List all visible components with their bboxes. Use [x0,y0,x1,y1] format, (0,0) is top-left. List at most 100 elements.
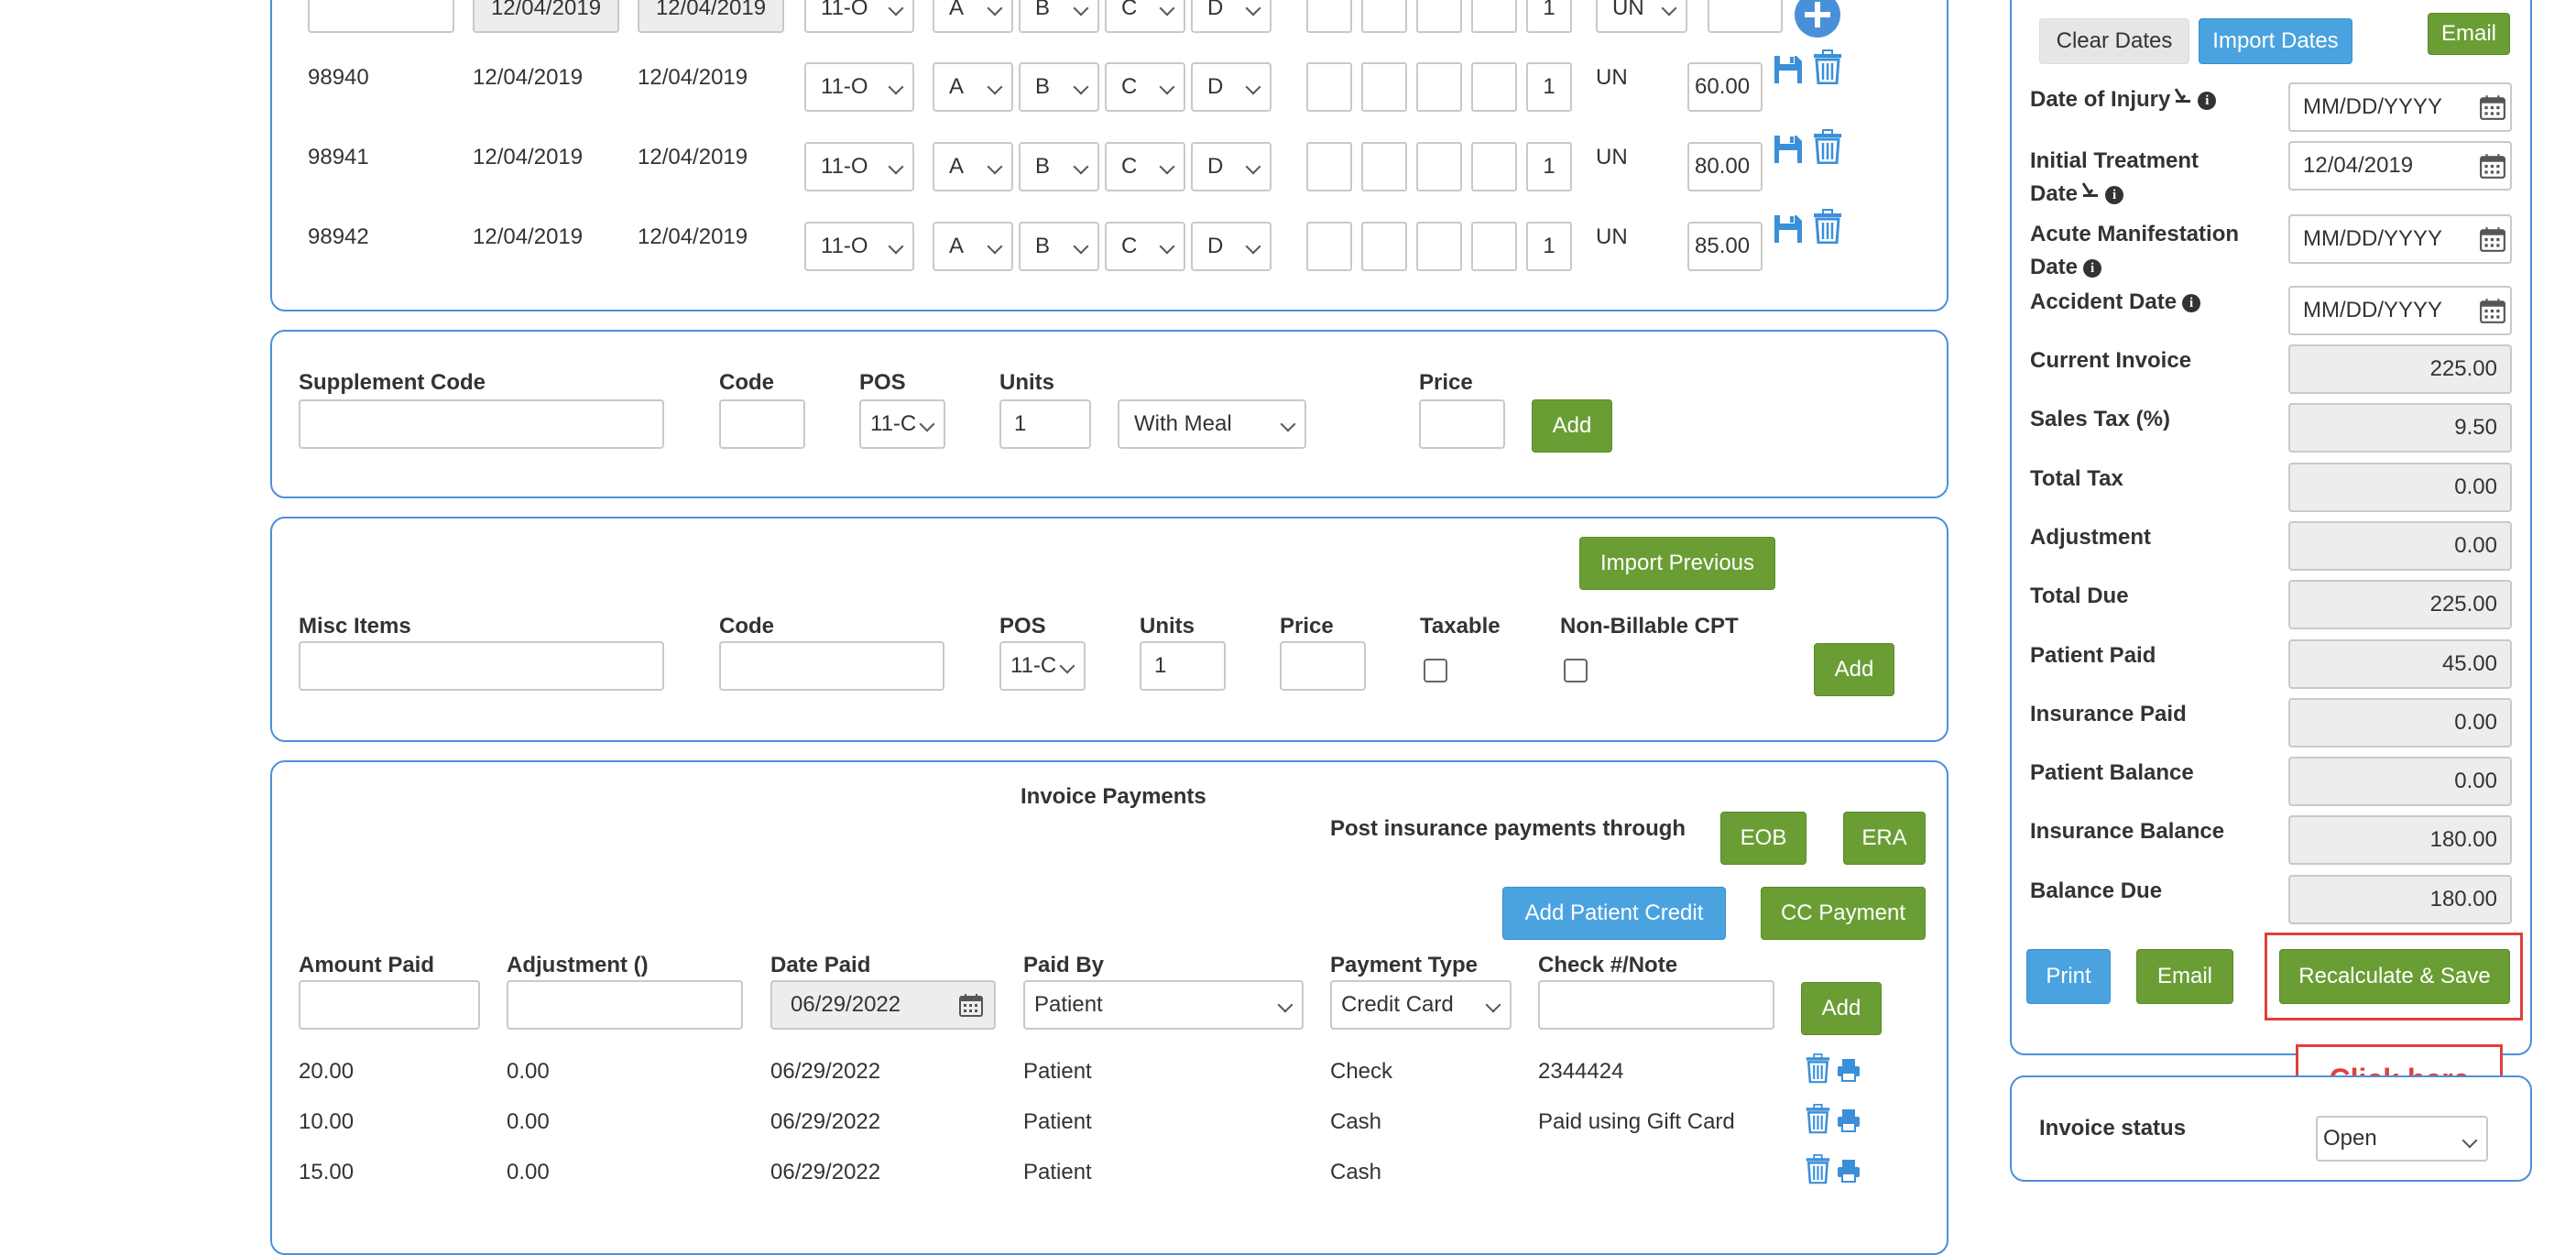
trash-icon[interactable] [1805,1053,1831,1087]
new-units-input[interactable]: 1 [1526,0,1572,33]
info-icon[interactable]: i [2105,185,2124,204]
email-top-button[interactable]: Email [2428,13,2510,55]
amount-paid-input[interactable] [299,980,480,1030]
service-price-input[interactable]: 80.00 [1687,142,1763,191]
misc-add-button[interactable]: Add [1814,643,1894,696]
supplement-units-input[interactable]: 1 [999,399,1091,449]
add-circle-icon[interactable] [1794,0,1841,38]
save-icon[interactable] [1772,133,1805,170]
service-units-input[interactable]: 1 [1526,142,1572,191]
info-icon[interactable]: i [2182,293,2201,312]
calendar-icon[interactable] [2479,152,2506,184]
service-dx4-select[interactable]: D [1191,62,1272,112]
trash-icon[interactable] [1812,129,1843,169]
save-icon[interactable] [1772,213,1805,250]
print-icon[interactable] [1836,1108,1861,1138]
import-dates-button[interactable]: Import Dates [2199,18,2352,64]
service-dx4-select[interactable]: D [1191,222,1272,271]
adjustment-input[interactable] [507,980,743,1030]
calendar-icon[interactable] [2479,93,2506,126]
service-modifier-1-input[interactable] [1306,222,1352,271]
service-pos-select[interactable]: 11-O [804,222,914,271]
service-dx1-select[interactable]: A [933,142,1013,191]
misc-nonbillable-checkbox[interactable] [1564,659,1588,682]
trash-icon[interactable] [1812,49,1843,89]
service-dx2-select[interactable]: B [1019,142,1099,191]
supplement-code2-input[interactable] [719,399,805,449]
service-modifier-3-input[interactable] [1416,222,1462,271]
print-button[interactable]: Print [2026,949,2111,1004]
new-mod3-input[interactable] [1416,0,1462,33]
save-icon[interactable] [1772,53,1805,91]
supplement-code-input[interactable] [299,399,664,449]
summary-value[interactable]: 0.00 [2288,520,2512,571]
paid-by-select[interactable]: Patient [1023,980,1304,1030]
info-icon[interactable]: i [2198,91,2217,110]
summary-value[interactable]: 0.00 [2288,462,2512,512]
service-modifier-2-input[interactable] [1361,62,1407,112]
misc-price-input[interactable] [1280,641,1366,691]
service-units-input[interactable]: 1 [1526,62,1572,112]
service-modifier-4-input[interactable] [1471,142,1517,191]
era-button[interactable]: ERA [1843,812,1926,865]
payment-type-select[interactable]: Credit Card [1330,980,1512,1030]
misc-code-input[interactable] [719,641,944,691]
supplement-price-input[interactable] [1419,399,1505,449]
eob-button[interactable]: EOB [1720,812,1806,865]
info-icon[interactable]: i [2083,258,2102,278]
misc-pos-select[interactable]: 11-C [999,641,1086,691]
new-date-to-input[interactable]: 12/04/2019 [638,0,784,33]
new-unit-type-select[interactable]: UN [1596,0,1687,33]
service-dx3-select[interactable]: C [1105,142,1185,191]
service-dx2-select[interactable]: B [1019,222,1099,271]
recalculate-save-button[interactable]: Recalculate & Save [2279,949,2510,1004]
misc-items-input[interactable] [299,641,664,691]
new-dx4-select[interactable]: D [1191,0,1272,33]
service-dx3-select[interactable]: C [1105,62,1185,112]
service-dx1-select[interactable]: A [933,62,1013,112]
new-code-input[interactable] [308,0,454,33]
payment-add-button[interactable]: Add [1801,982,1882,1035]
cc-payment-button[interactable]: CC Payment [1761,887,1926,940]
service-modifier-3-input[interactable] [1416,142,1462,191]
trash-icon[interactable] [1812,209,1843,248]
service-modifier-2-input[interactable] [1361,222,1407,271]
service-price-input[interactable]: 60.00 [1687,62,1763,112]
summary-value[interactable]: 225.00 [2288,344,2512,394]
misc-taxable-checkbox[interactable] [1424,659,1447,682]
service-dx3-select[interactable]: C [1105,222,1185,271]
service-dx1-select[interactable]: A [933,222,1013,271]
service-price-input[interactable]: 85.00 [1687,222,1763,271]
print-icon[interactable] [1836,1057,1861,1087]
summary-value[interactable]: 9.50 [2288,403,2512,453]
summary-value[interactable]: 0.00 [2288,697,2512,748]
new-date-from-input[interactable]: 12/04/2019 [473,0,619,33]
new-mod4-input[interactable] [1471,0,1517,33]
trash-icon[interactable] [1805,1154,1831,1188]
service-pos-select[interactable]: 11-O [804,142,914,191]
supplement-add-button[interactable]: Add [1532,399,1612,453]
new-mod1-input[interactable] [1306,0,1352,33]
print-icon[interactable] [1836,1158,1861,1188]
new-dx1-select[interactable]: A [933,0,1013,33]
supplement-meal-select[interactable]: With Meal [1118,399,1306,449]
add-patient-credit-button[interactable]: Add Patient Credit [1502,887,1726,940]
invoice-status-select[interactable]: Open [2316,1116,2488,1162]
supplement-pos-select[interactable]: 11-C [859,399,945,449]
service-modifier-2-input[interactable] [1361,142,1407,191]
service-modifier-1-input[interactable] [1306,142,1352,191]
calendar-icon[interactable] [958,992,984,1022]
email-button[interactable]: Email [2136,949,2233,1004]
service-units-input[interactable]: 1 [1526,222,1572,271]
new-dx3-select[interactable]: C [1105,0,1185,33]
clear-dates-button[interactable]: Clear Dates [2039,18,2189,64]
summary-value[interactable]: 180.00 [2288,874,2512,924]
service-dx2-select[interactable]: B [1019,62,1099,112]
summary-value[interactable]: 225.00 [2288,580,2512,630]
service-modifier-1-input[interactable] [1306,62,1352,112]
calendar-icon[interactable] [2479,297,2506,329]
service-modifier-4-input[interactable] [1471,222,1517,271]
summary-value[interactable]: 45.00 [2288,638,2512,689]
new-price-input[interactable] [1708,0,1783,33]
import-previous-button[interactable]: Import Previous [1579,537,1775,590]
